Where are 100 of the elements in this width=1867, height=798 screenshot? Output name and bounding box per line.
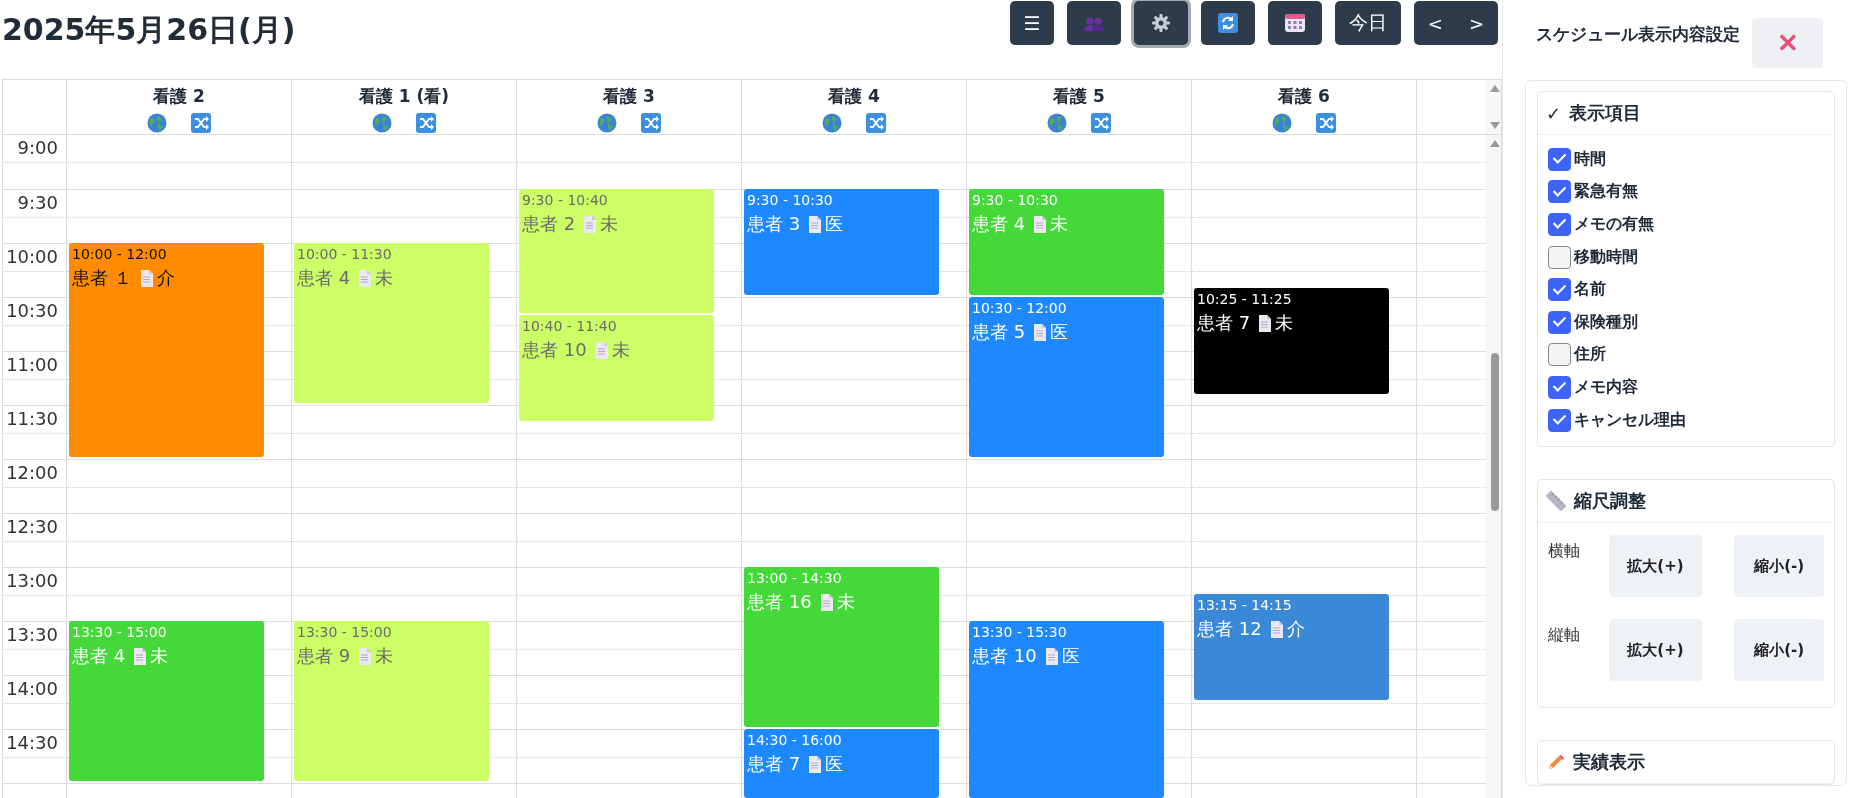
globe-icon bbox=[597, 113, 617, 133]
zoom-button[interactable]: 縮小(-) bbox=[1734, 535, 1824, 598]
insurance-type: 医 bbox=[1050, 321, 1069, 343]
patient-name: 患者 10 bbox=[972, 645, 1037, 667]
zoom-button[interactable]: 拡大(+) bbox=[1608, 535, 1703, 598]
column-header: 看護 2 bbox=[153, 85, 205, 108]
section-title: 縮尺調整 bbox=[1574, 489, 1646, 514]
document-icon bbox=[358, 269, 372, 287]
document-icon bbox=[139, 269, 153, 287]
appointment-card[interactable]: 10:25 - 11:25 患者 7 未 bbox=[1194, 288, 1389, 394]
patient-name: 患者 4 bbox=[297, 267, 351, 289]
appointment-time: 9:30 - 10:30 bbox=[747, 191, 834, 209]
appointment-time: 10:00 - 12:00 bbox=[72, 245, 168, 263]
insurance-type: 未 bbox=[611, 339, 630, 361]
date-title: 2025年5月26日(月) bbox=[2, 11, 296, 49]
shuffle-icon bbox=[641, 113, 661, 133]
time-label: 14:30 bbox=[6, 732, 58, 753]
checkbox[interactable] bbox=[1548, 213, 1571, 236]
checkbox[interactable] bbox=[1548, 278, 1571, 302]
insurance-type: 医 bbox=[825, 213, 844, 235]
document-icon bbox=[808, 755, 822, 773]
panel-title: スケジュール表示内容設定 bbox=[1536, 23, 1740, 46]
appointment-time: 10:30 - 12:00 bbox=[972, 299, 1068, 317]
refresh-button[interactable] bbox=[1200, 1, 1255, 45]
appointment-card[interactable]: 13:15 - 14:15 患者 12 介 bbox=[1194, 594, 1389, 700]
time-label: 12:30 bbox=[6, 516, 58, 537]
settings-icon bbox=[1150, 13, 1171, 33]
appointment-time: 10:00 - 11:30 bbox=[297, 245, 393, 263]
pencil-icon bbox=[1546, 753, 1565, 771]
checkbox[interactable] bbox=[1548, 408, 1571, 432]
document-icon bbox=[1258, 314, 1272, 332]
shuffle-icon bbox=[191, 113, 211, 133]
patient-name: 患者 4 bbox=[72, 645, 126, 667]
appointment-card[interactable]: 13:30 - 15:30 患者 10 医 bbox=[969, 621, 1164, 798]
checkbox[interactable] bbox=[1548, 245, 1571, 269]
patient-name: 患者 4 bbox=[972, 213, 1026, 235]
globe-icon bbox=[147, 113, 167, 133]
checkbox-label: 移動時間 bbox=[1574, 246, 1638, 268]
appointment-card[interactable]: 10:00 - 11:30 患者 4 未 bbox=[294, 243, 489, 403]
time-label: 10:00 bbox=[6, 246, 58, 267]
insurance-type: 未 bbox=[375, 267, 394, 289]
menu-button[interactable]: ☰ bbox=[1009, 1, 1054, 45]
document-icon bbox=[583, 215, 597, 233]
next-button[interactable]: > bbox=[1462, 12, 1490, 34]
insurance-type: 介 bbox=[156, 267, 175, 289]
time-label: 9:00 bbox=[17, 137, 58, 158]
staff-button[interactable] bbox=[1066, 1, 1121, 45]
document-icon bbox=[1033, 323, 1047, 341]
appointment-time: 10:25 - 11:25 bbox=[1197, 290, 1293, 308]
column-header: 看護 3 bbox=[603, 85, 655, 108]
appointment-card[interactable]: 13:30 - 15:00 患者 9 未 bbox=[294, 621, 489, 781]
insurance-type: 未 bbox=[375, 645, 394, 667]
checkbox[interactable] bbox=[1548, 343, 1571, 367]
patient-name: 患者 10 bbox=[522, 339, 587, 361]
settings-button[interactable] bbox=[1133, 1, 1188, 45]
today-button[interactable]: 今日 bbox=[1334, 1, 1401, 45]
time-label: 13:30 bbox=[6, 624, 58, 645]
globe-icon bbox=[372, 113, 392, 133]
appointment-card[interactable]: 10:40 - 11:40 患者 10 未 bbox=[519, 315, 714, 421]
scrollbar-thumb[interactable] bbox=[1490, 353, 1499, 511]
zoom-button[interactable]: 拡大(+) bbox=[1608, 619, 1703, 682]
appointment-card[interactable]: 10:30 - 12:00 患者 5 医 bbox=[969, 297, 1164, 457]
zoom-button[interactable]: 縮小(-) bbox=[1734, 619, 1824, 682]
document-icon bbox=[358, 647, 372, 665]
checkbox[interactable] bbox=[1548, 310, 1571, 334]
appointment-time: 14:30 - 16:00 bbox=[747, 731, 843, 749]
insurance-type: 未 bbox=[150, 645, 169, 667]
column-header: 看護 6 bbox=[1278, 85, 1330, 108]
patient-name: 患者 9 bbox=[297, 645, 351, 667]
checkbox-label: 名前 bbox=[1574, 279, 1606, 301]
close-button[interactable]: ✕ bbox=[1752, 18, 1823, 68]
appointment-card[interactable]: 9:30 - 10:30 患者 3 医 bbox=[744, 189, 939, 295]
column-header: 看護 1 (看) bbox=[358, 85, 450, 108]
appointment-time: 13:30 - 15:00 bbox=[297, 623, 393, 641]
checkbox[interactable] bbox=[1548, 180, 1571, 204]
column-header: 看護 5 bbox=[1053, 85, 1105, 108]
time-label: 13:00 bbox=[6, 570, 58, 591]
checkbox-label: 緊急有無 bbox=[1574, 181, 1638, 203]
refresh-icon bbox=[1217, 13, 1238, 33]
appointment-time: 10:40 - 11:40 bbox=[522, 317, 618, 335]
checkbox[interactable] bbox=[1548, 147, 1571, 171]
time-label: 10:30 bbox=[6, 300, 58, 321]
document-icon bbox=[1269, 620, 1283, 638]
appointment-card[interactable]: 9:30 - 10:40 患者 2 未 bbox=[519, 189, 714, 313]
insurance-type: 未 bbox=[1050, 213, 1069, 235]
document-icon bbox=[808, 215, 822, 233]
calendar-icon bbox=[1284, 13, 1305, 33]
shuffle-icon bbox=[866, 113, 886, 133]
checkbox[interactable] bbox=[1548, 375, 1571, 399]
patient-name: 患者 7 bbox=[747, 753, 801, 775]
shuffle-icon bbox=[1091, 113, 1111, 133]
appointment-card[interactable]: 10:00 - 12:00 患者 １ 介 bbox=[69, 243, 264, 457]
globe-icon bbox=[1047, 113, 1067, 133]
time-label: 14:00 bbox=[6, 678, 58, 699]
shuffle-icon bbox=[416, 113, 436, 133]
appointment-card[interactable]: 14:30 - 16:00 患者 7 医 bbox=[744, 729, 939, 798]
check-mark: ✓ bbox=[1546, 102, 1562, 124]
previous-button[interactable]: < bbox=[1421, 12, 1449, 34]
calendar-button[interactable] bbox=[1267, 1, 1322, 45]
checkbox-label: 時間 bbox=[1574, 148, 1606, 170]
